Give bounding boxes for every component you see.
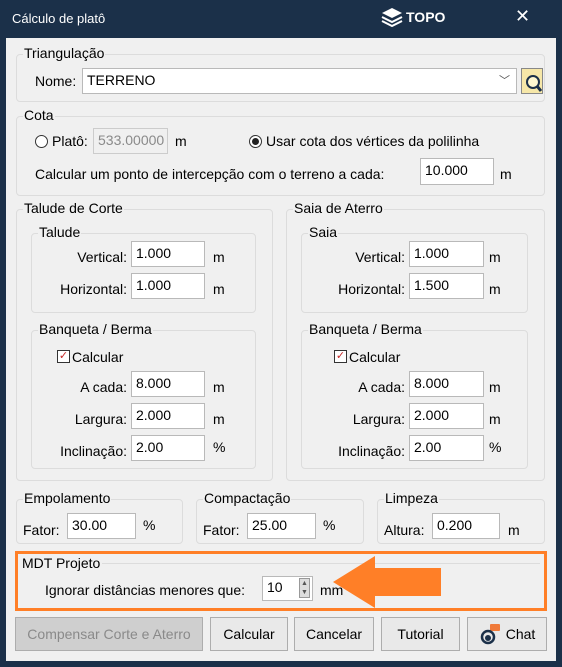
compensar-button[interactable]: Compensar Corte e Aterro xyxy=(15,617,203,651)
aterro-largura-input[interactable]: 2.000 xyxy=(409,403,484,429)
limpeza-label: Altura: xyxy=(384,522,425,538)
limpeza-unit: m xyxy=(508,522,520,538)
corte-calcular-label: Calcular xyxy=(72,349,124,365)
corte-inclinacao-label: Inclinação: xyxy=(60,443,127,459)
saia-aterro-legend: Saia de Aterro xyxy=(293,200,384,216)
plato-input[interactable]: 533.00000 xyxy=(93,128,168,154)
corte-calcular-checkbox[interactable]: ✓ xyxy=(57,350,70,363)
usar-cota-label: Usar cota dos vértices da polilinha xyxy=(266,133,480,149)
brand-logo: TOPO xyxy=(381,7,445,27)
topo-logo-icon xyxy=(381,8,403,27)
aterro-inclinacao-label: Inclinação: xyxy=(338,443,405,459)
aterro-horizontal-input[interactable]: 1.500 xyxy=(409,273,484,299)
aterro-acada-label: A cada: xyxy=(358,379,405,395)
nome-label: Nome: xyxy=(35,73,77,89)
plato-label: Platô: xyxy=(52,133,88,149)
talude-corte-group: Talude de Corte Talude Vertical: 1.000 m… xyxy=(16,200,273,481)
saia-aterro-group: Saia de Aterro Saia Vertical: 1.000 m Ho… xyxy=(286,200,545,481)
corte-acada-unit: m xyxy=(213,379,225,395)
empolamento-unit: % xyxy=(143,517,156,533)
corte-inclinacao-input[interactable]: 2.00 xyxy=(131,435,205,461)
arrow-left-icon xyxy=(333,556,441,608)
usar-cota-radio[interactable] xyxy=(249,135,262,148)
mdt-ignorar-label: Ignorar distâncias menores que: xyxy=(45,582,245,598)
brand-text: TOPO xyxy=(406,9,446,25)
tutorial-button[interactable]: Tutorial xyxy=(381,617,460,651)
aterro-calcular-label: Calcular xyxy=(349,349,401,365)
corte-vertical-unit: m xyxy=(213,249,225,265)
nome-combobox[interactable]: TERRENO ﹀ xyxy=(82,68,517,94)
corte-horizontal-label: Horizontal: xyxy=(60,281,127,297)
browse-triangulation-button[interactable] xyxy=(521,68,543,94)
banqueta-aterro-legend: Banqueta / Berma xyxy=(308,321,423,337)
intercep-label: Calcular um ponto de intercepção com o t… xyxy=(35,166,385,182)
corte-acada-input[interactable]: 8.000 xyxy=(131,371,205,397)
aterro-vertical-input[interactable]: 1.000 xyxy=(409,241,484,267)
aterro-inclinacao-unit: % xyxy=(489,439,502,455)
close-button[interactable]: ✕ xyxy=(515,6,530,27)
aterro-acada-unit: m xyxy=(489,379,501,395)
mdt-spinbox[interactable]: 10 ▲ ▼ xyxy=(262,576,313,601)
aterro-vertical-label: Vertical: xyxy=(355,249,405,265)
compactacao-input[interactable]: 25.00 xyxy=(247,513,316,539)
empolamento-label: Fator: xyxy=(23,522,60,538)
compactacao-label: Fator: xyxy=(203,522,240,538)
chat-label: Chat xyxy=(505,626,536,642)
cota-legend: Cota xyxy=(23,107,55,123)
empolamento-input[interactable]: 30.00 xyxy=(67,513,136,539)
aterro-largura-label: Largura: xyxy=(352,411,405,427)
magnifier-icon xyxy=(526,75,543,92)
banqueta-corte-legend: Banqueta / Berma xyxy=(38,321,153,337)
aterro-largura-unit: m xyxy=(489,411,501,427)
corte-horizontal-input[interactable]: 1.000 xyxy=(131,273,205,299)
corte-inclinacao-unit: % xyxy=(213,439,226,455)
mdt-value: 10 xyxy=(267,579,283,595)
aterro-acada-input[interactable]: 8.000 xyxy=(409,371,484,397)
compactacao-legend: Compactação xyxy=(203,490,292,506)
corte-largura-unit: m xyxy=(213,411,225,427)
talude-legend: Talude xyxy=(38,224,82,240)
aterro-vertical-unit: m xyxy=(489,249,501,265)
corte-vertical-label: Vertical: xyxy=(77,249,127,265)
plato-radio[interactable] xyxy=(35,135,48,148)
chevron-down-icon: ﹀ xyxy=(499,75,510,87)
compactacao-unit: % xyxy=(323,517,336,533)
corte-largura-label: Largura: xyxy=(74,411,127,427)
saia-legend: Saia xyxy=(308,224,339,240)
spin-arrows-icon[interactable]: ▲ ▼ xyxy=(299,578,310,598)
corte-acada-label: A cada: xyxy=(80,379,127,395)
corte-largura-input[interactable]: 2.000 xyxy=(131,403,205,429)
chat-support-icon xyxy=(480,624,500,645)
aterro-calcular-checkbox[interactable]: ✓ xyxy=(334,350,347,363)
aterro-horizontal-unit: m xyxy=(489,281,501,297)
intercep-unit: m xyxy=(500,166,512,182)
aterro-inclinacao-input[interactable]: 2.00 xyxy=(409,435,484,461)
nome-value: TERRENO xyxy=(87,72,156,88)
intercep-input[interactable]: 10.000 xyxy=(420,158,494,185)
plato-unit: m xyxy=(175,133,187,149)
mdt-legend: MDT Projeto xyxy=(22,555,103,571)
limpeza-legend: Limpeza xyxy=(384,490,439,506)
chat-button[interactable]: Chat xyxy=(467,617,547,651)
triangulacao-legend: Triangulação xyxy=(23,45,106,61)
calcular-button[interactable]: Calcular xyxy=(210,617,288,651)
window-title: Cálculo de platô xyxy=(12,11,106,26)
limpeza-input[interactable]: 0.200 xyxy=(432,513,500,539)
corte-horizontal-unit: m xyxy=(213,281,225,297)
empolamento-legend: Empolamento xyxy=(23,490,112,506)
talude-corte-legend: Talude de Corte xyxy=(23,200,124,216)
cancelar-button[interactable]: Cancelar xyxy=(294,617,374,651)
corte-vertical-input[interactable]: 1.000 xyxy=(131,241,205,267)
aterro-horizontal-label: Horizontal: xyxy=(338,281,405,297)
